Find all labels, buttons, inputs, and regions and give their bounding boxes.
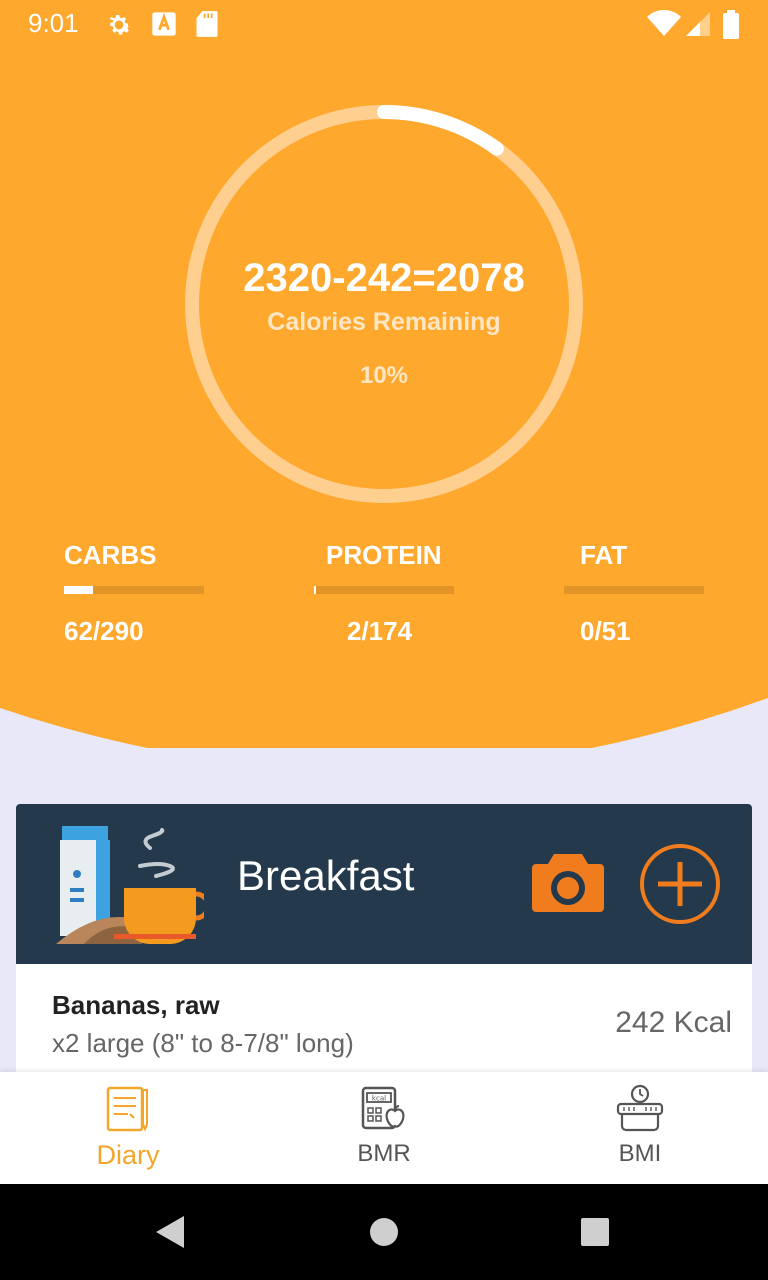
macro-value: 2/174 [347,616,413,646]
home-icon[interactable] [368,1216,400,1248]
bmr-calculator-icon: kcal [361,1086,405,1130]
calorie-equation: 2320-242=2078 [243,256,525,300]
camera-icon[interactable] [532,850,604,914]
svg-text:kcal: kcal [372,1095,386,1103]
macro-protein: PROTEIN 2/174 [314,540,454,647]
meal-card-breakfast: Breakfast Bananas, raw x2 large (8" to 8… [16,804,752,1104]
recent-apps-icon[interactable] [580,1217,610,1247]
macro-carbs: CARBS 62/290 [64,540,204,647]
cellular-signal-icon [686,12,710,36]
bottom-navigation: Diary kcal BMR BMI [0,1072,768,1184]
macro-progress-bar [314,586,454,594]
food-name: Bananas, raw [52,990,220,1020]
calorie-percent: 10% [359,362,409,389]
nav-label: BMR [357,1140,411,1167]
macro-progress-fill [314,586,316,594]
calories-remaining-label: Calories Remaining [267,308,501,336]
nav-tab-bmr[interactable]: kcal BMR [256,1072,512,1184]
macro-progress-bar [564,586,704,594]
font-a-icon [152,12,176,36]
food-calories: 242 Kcal [615,1006,732,1039]
macro-fat: FAT 0/51 [564,540,704,647]
back-icon[interactable] [154,1214,186,1250]
macro-name: PROTEIN [326,540,442,570]
status-bar: 9:01 [0,0,768,48]
nav-tab-diary[interactable]: Diary [0,1072,256,1184]
nav-label: Diary [96,1140,160,1170]
macro-progress-fill [64,586,94,594]
macro-name: CARBS [64,540,157,570]
macro-name: FAT [580,540,628,570]
macro-value: 0/51 [580,616,631,646]
wifi-icon [647,10,681,36]
food-serving: x2 large (8" to 8-7/8" long) [52,1028,354,1058]
meal-header: Breakfast [16,804,752,964]
system-navigation-bar [0,1184,768,1280]
bmi-scale-icon [616,1084,664,1132]
macro-progress-bar [64,586,204,594]
add-food-button[interactable] [638,842,722,926]
battery-icon [723,10,739,39]
status-time: 9:01 [28,8,79,38]
settings-gear-icon [109,15,131,35]
meal-title: Breakfast [237,852,415,899]
macro-value: 62/290 [64,616,144,646]
nav-label: BMI [618,1140,662,1167]
sd-card-icon [196,11,218,37]
breakfast-illustration-icon [56,826,204,944]
calorie-progress-ring [185,105,583,503]
nav-tab-bmi[interactable]: BMI [512,1072,768,1184]
diary-icon [106,1086,148,1132]
